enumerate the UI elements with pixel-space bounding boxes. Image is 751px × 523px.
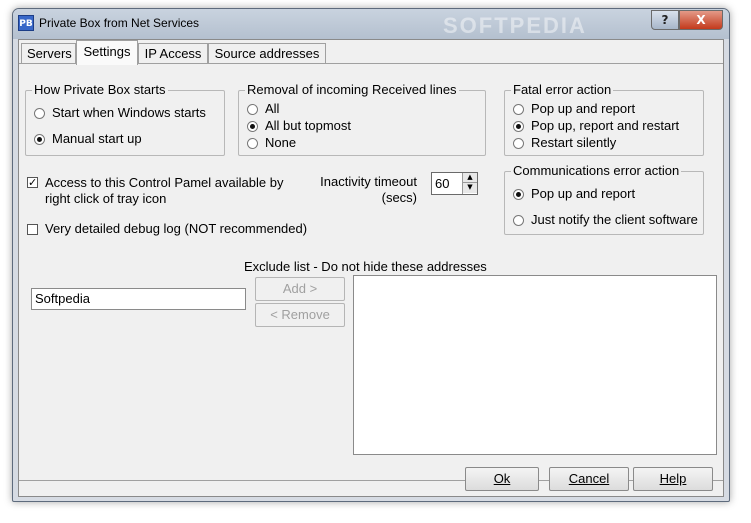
comms-legend: Communications error action xyxy=(511,163,682,179)
radio-indicator xyxy=(247,120,258,132)
radio-label: Just notify the client software xyxy=(531,212,698,227)
radio-indicator xyxy=(513,137,524,149)
startup-manual-radio[interactable]: Manual start up xyxy=(34,131,142,147)
exclude-address-input[interactable]: Softpedia xyxy=(31,288,246,310)
ok-button-label: Ok xyxy=(493,471,511,486)
window-title: Private Box from Net Services xyxy=(39,16,200,30)
inactivity-label-line2: (secs) xyxy=(381,190,417,205)
radio-indicator xyxy=(247,103,258,115)
watermark: SOFTPEDIA xyxy=(443,13,587,38)
tab-source-addresses[interactable]: Source addresses xyxy=(208,43,326,64)
close-button[interactable]: X xyxy=(679,10,723,30)
fatal-silent-radio[interactable]: Restart silently xyxy=(513,135,616,151)
debug-log-checkbox[interactable]: Very detailed debug log (NOT recommended… xyxy=(27,221,307,237)
spin-down-icon[interactable]: ▼ xyxy=(463,183,477,193)
radio-indicator xyxy=(513,188,524,200)
inactivity-timeout-spinner[interactable]: 60 ▲ ▼ xyxy=(431,172,478,195)
removal-group: Removal of incoming Received lines All A… xyxy=(238,82,486,156)
tab-settings[interactable]: Settings xyxy=(76,40,138,65)
comms-popup-radio[interactable]: Pop up and report xyxy=(513,186,635,202)
main-window: PB Private Box from Net Services SOFTPED… xyxy=(12,8,730,502)
radio-label: All xyxy=(265,101,280,116)
tray-access-label: Access to this Control Pamel available b… xyxy=(45,175,283,207)
radio-indicator xyxy=(513,214,524,226)
removal-none-radio[interactable]: None xyxy=(247,135,296,151)
radio-label: Pop up and report xyxy=(531,101,636,116)
fatal-legend: Fatal error action xyxy=(511,82,614,98)
radio-label: None xyxy=(265,135,297,150)
dialog-client: Servers Settings IP Access Source addres… xyxy=(18,39,724,497)
fatal-restart-radio[interactable]: Pop up, report and restart xyxy=(513,118,679,134)
exclude-list-box[interactable] xyxy=(353,275,717,455)
inactivity-timeout-value: 60 xyxy=(435,176,450,191)
ok-button[interactable]: Ok xyxy=(465,467,539,491)
radio-label: Start when Windows starts xyxy=(52,105,206,120)
tab-servers[interactable]: Servers xyxy=(21,43,76,64)
fatal-popup-radio[interactable]: Pop up and report xyxy=(513,101,635,117)
comms-group: Communications error action Pop up and r… xyxy=(504,163,704,235)
tray-access-line2: right click of tray icon xyxy=(45,191,167,206)
radio-label: Manual start up xyxy=(52,131,142,146)
cancel-button-label: Cancel xyxy=(568,471,610,486)
app-icon: PB xyxy=(18,15,34,31)
comms-notify-radio[interactable]: Just notify the client software xyxy=(513,212,698,228)
settings-panel: How Private Box starts Start when Window… xyxy=(19,63,723,481)
tab-ip-access[interactable]: IP Access xyxy=(138,43,208,64)
tray-access-checkbox[interactable]: ✓ Access to this Control Pamel available… xyxy=(27,175,283,207)
spin-up-icon[interactable]: ▲ xyxy=(463,173,477,183)
debug-log-label: Very detailed debug log (NOT recommended… xyxy=(45,221,308,236)
radio-label: Pop up and report xyxy=(531,186,636,201)
radio-label: Restart silently xyxy=(531,135,617,150)
radio-indicator xyxy=(247,137,258,149)
startup-group: How Private Box starts Start when Window… xyxy=(25,82,225,156)
startup-windows-radio[interactable]: Start when Windows starts xyxy=(34,105,206,121)
removal-legend: Removal of incoming Received lines xyxy=(245,82,459,98)
radio-label: All but topmost xyxy=(265,118,351,133)
removal-topmost-radio[interactable]: All but topmost xyxy=(247,118,351,134)
radio-indicator xyxy=(513,120,524,132)
fatal-group: Fatal error action Pop up and report Pop… xyxy=(504,82,704,156)
checkbox-indicator: ✓ xyxy=(27,176,38,189)
radio-indicator xyxy=(513,103,524,115)
title-bar[interactable]: PB Private Box from Net Services SOFTPED… xyxy=(13,9,729,39)
exclude-list-heading: Exclude list - Do not hide these address… xyxy=(244,259,487,274)
radio-indicator xyxy=(34,133,45,145)
removal-all-radio[interactable]: All xyxy=(247,101,279,117)
help-button-label: Help xyxy=(659,471,687,486)
startup-legend: How Private Box starts xyxy=(32,82,168,98)
checkbox-indicator xyxy=(27,223,38,235)
radio-indicator xyxy=(34,107,45,119)
remove-button[interactable]: < Remove xyxy=(255,303,345,327)
help-button[interactable]: Help xyxy=(633,467,713,491)
cancel-button[interactable]: Cancel xyxy=(549,467,629,491)
add-button[interactable]: Add > xyxy=(255,277,345,301)
tab-strip: Servers Settings IP Access Source addres… xyxy=(19,40,723,65)
inactivity-label-line1: Inactivity timeout xyxy=(320,174,417,189)
spinner-buttons: ▲ ▼ xyxy=(462,173,477,194)
tray-access-line1: Access to this Control Pamel available b… xyxy=(45,175,284,190)
radio-label: Pop up, report and restart xyxy=(531,118,680,133)
help-title-button[interactable]: ? xyxy=(651,10,679,30)
